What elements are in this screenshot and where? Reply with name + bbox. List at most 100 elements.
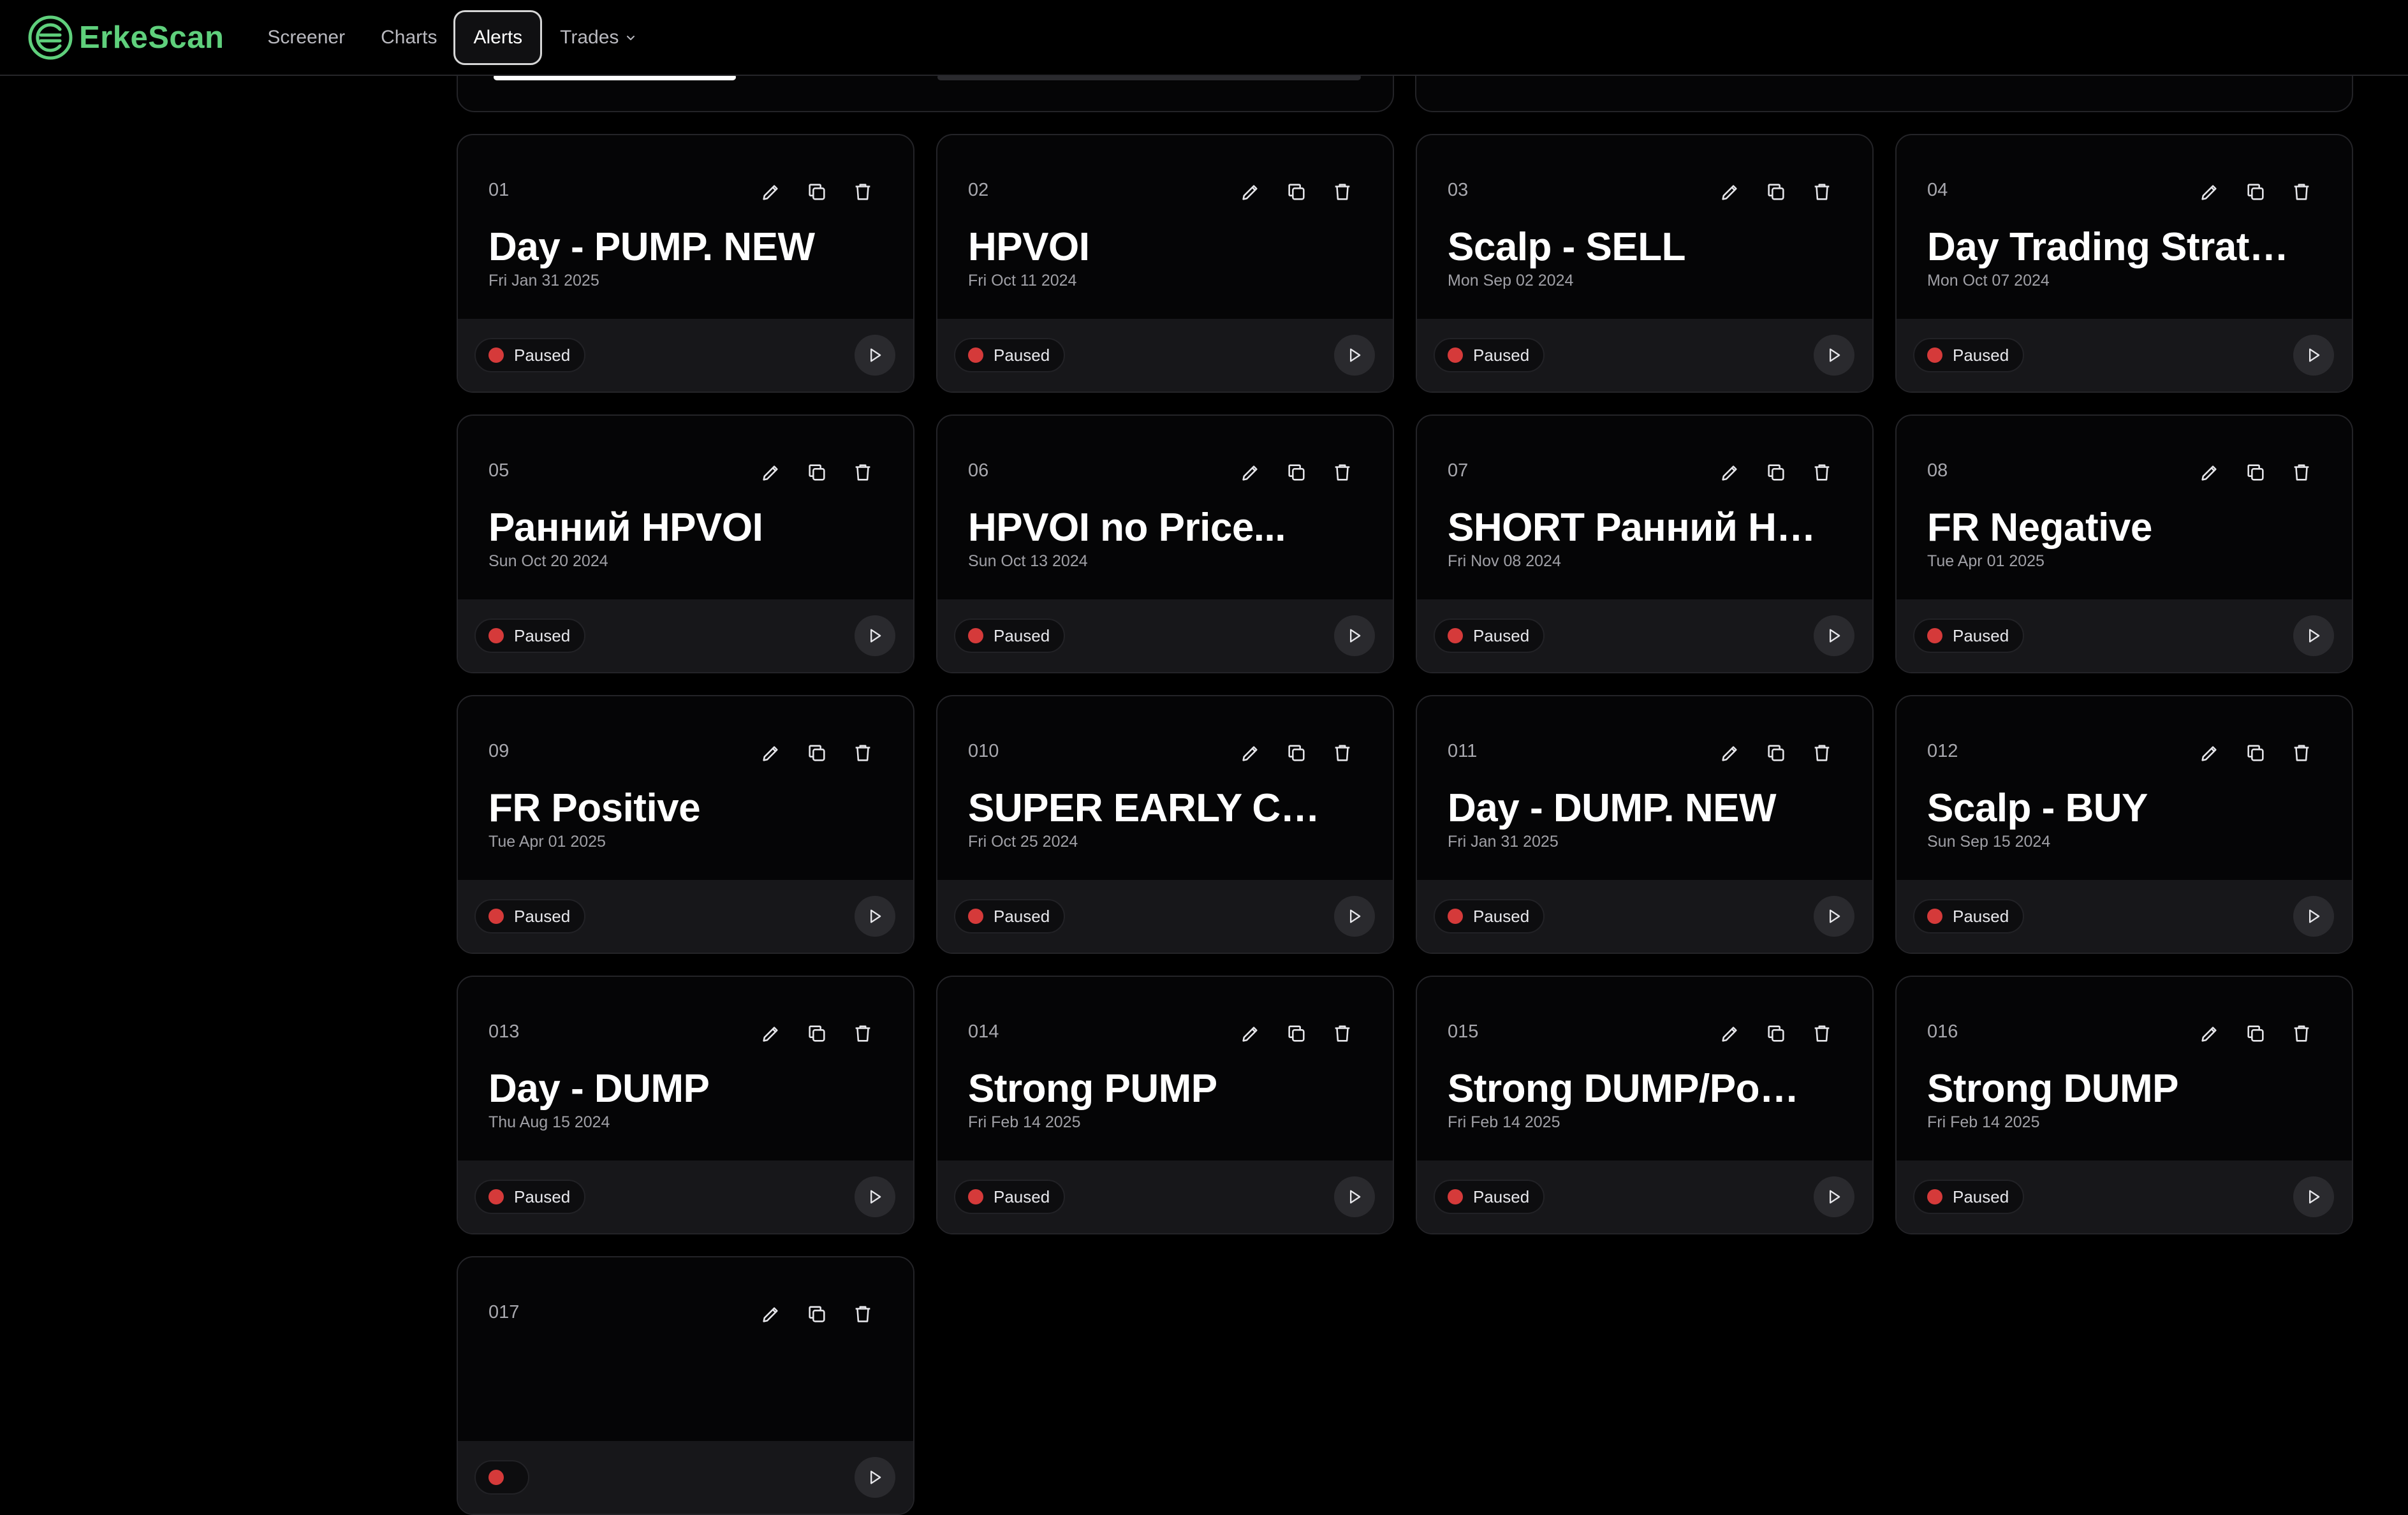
copy-icon[interactable] xyxy=(806,1303,828,1325)
play-button[interactable] xyxy=(1334,335,1375,376)
trash-icon[interactable] xyxy=(852,1303,874,1325)
pencil-icon[interactable] xyxy=(1719,462,1741,483)
trash-icon[interactable] xyxy=(1332,1023,1353,1044)
alert-card[interactable]: 04 Day Trading Strateg... Mon Oct 07 202… xyxy=(1895,134,2353,393)
alert-card[interactable]: 015 Strong DUMP/Positi... Fri Feb 14 202… xyxy=(1416,976,1874,1234)
play-button[interactable] xyxy=(1814,896,1854,937)
copy-icon[interactable] xyxy=(2245,181,2266,203)
play-button[interactable] xyxy=(1814,335,1854,376)
copy-icon[interactable] xyxy=(1765,462,1787,483)
play-button[interactable] xyxy=(855,1176,895,1217)
alert-card-body: 012 Scalp - BUY Sun Sep 15 2024 xyxy=(1897,696,2352,881)
alert-card[interactable]: 09 FR Positive Tue Apr 01 2025 Paused xyxy=(457,695,914,954)
trash-icon[interactable] xyxy=(1811,742,1833,764)
trash-icon[interactable] xyxy=(2291,181,2312,203)
alert-number: 07 xyxy=(1448,460,1469,481)
play-button[interactable] xyxy=(1334,615,1375,656)
pencil-icon[interactable] xyxy=(760,1023,782,1044)
copy-icon[interactable] xyxy=(1286,181,1307,203)
nav-charts[interactable]: Charts xyxy=(381,10,437,65)
alert-card[interactable]: 05 Ранний HPVOI Sun Oct 20 2024 Paused xyxy=(457,414,914,673)
trash-icon[interactable] xyxy=(852,1023,874,1044)
copy-icon[interactable] xyxy=(1286,742,1307,764)
copy-icon[interactable] xyxy=(1286,1023,1307,1044)
copy-icon[interactable] xyxy=(1286,462,1307,483)
alert-card[interactable]: 010 SUPER EARLY CALL Fri Oct 25 2024 Pau… xyxy=(936,695,1394,954)
pencil-icon[interactable] xyxy=(1240,462,1261,483)
nav-trades[interactable]: Trades xyxy=(560,10,636,65)
copy-icon[interactable] xyxy=(806,1023,828,1044)
alert-card[interactable]: 08 FR Negative Tue Apr 01 2025 Paused xyxy=(1895,414,2353,673)
play-button[interactable] xyxy=(855,1457,895,1498)
pencil-icon[interactable] xyxy=(760,742,782,764)
pencil-icon[interactable] xyxy=(760,181,782,203)
trash-icon[interactable] xyxy=(2291,1023,2312,1044)
pencil-icon[interactable] xyxy=(760,462,782,483)
copy-icon[interactable] xyxy=(2245,742,2266,764)
pencil-icon[interactable] xyxy=(2199,742,2221,764)
copy-icon[interactable] xyxy=(1765,742,1787,764)
play-button[interactable] xyxy=(2293,1176,2334,1217)
nav-charts-label: Charts xyxy=(381,26,437,48)
trash-icon[interactable] xyxy=(1332,181,1353,203)
trash-icon[interactable] xyxy=(852,462,874,483)
alert-card[interactable]: 06 HPVOI no Price... Sun Oct 13 2024 Pau… xyxy=(936,414,1394,673)
trash-icon[interactable] xyxy=(2291,462,2312,483)
alert-card[interactable]: 01 Day - PUMP. NEW Fri Jan 31 2025 Pause… xyxy=(457,134,914,393)
play-button[interactable] xyxy=(855,896,895,937)
app-name: ErkeScan xyxy=(79,20,224,55)
alert-card[interactable]: 011 Day - DUMP. NEW Fri Jan 31 2025 Paus… xyxy=(1416,695,1874,954)
alert-card[interactable]: 02 HPVOI Fri Oct 11 2024 Paused xyxy=(936,134,1394,393)
trash-icon[interactable] xyxy=(1811,462,1833,483)
copy-icon[interactable] xyxy=(2245,462,2266,483)
play-button[interactable] xyxy=(1334,1176,1375,1217)
alert-card[interactable]: 016 Strong DUMP Fri Feb 14 2025 Paused xyxy=(1895,976,2353,1234)
alert-card[interactable]: 012 Scalp - BUY Sun Sep 15 2024 Paused xyxy=(1895,695,2353,954)
trash-icon[interactable] xyxy=(1332,462,1353,483)
play-button[interactable] xyxy=(855,335,895,376)
play-button[interactable] xyxy=(2293,335,2334,376)
play-button[interactable] xyxy=(1334,896,1375,937)
alert-date: Fri Oct 25 2024 xyxy=(968,833,1078,851)
alert-card[interactable]: 014 Strong PUMP Fri Feb 14 2025 Paused xyxy=(936,976,1394,1234)
pencil-icon[interactable] xyxy=(1240,181,1261,203)
pencil-icon[interactable] xyxy=(2199,181,2221,203)
copy-icon[interactable] xyxy=(1765,1023,1787,1044)
play-icon xyxy=(870,629,881,643)
trash-icon[interactable] xyxy=(1811,181,1833,203)
pencil-icon[interactable] xyxy=(760,1303,782,1325)
alert-card[interactable]: 013 Day - DUMP Thu Aug 15 2024 Paused xyxy=(457,976,914,1234)
alert-card[interactable]: 017 xyxy=(457,1256,914,1515)
copy-icon[interactable] xyxy=(806,181,828,203)
pencil-icon[interactable] xyxy=(2199,1023,2221,1044)
alert-card-footer: Paused xyxy=(458,1160,913,1233)
play-button[interactable] xyxy=(2293,896,2334,937)
status-dot xyxy=(968,909,983,924)
play-button[interactable] xyxy=(1814,1176,1854,1217)
trash-icon[interactable] xyxy=(2291,742,2312,764)
alert-card[interactable]: 03 Scalp - SELL Mon Sep 02 2024 Paused xyxy=(1416,134,1874,393)
copy-icon[interactable] xyxy=(2245,1023,2266,1044)
nav-alerts[interactable]: Alerts xyxy=(453,10,543,65)
trash-icon[interactable] xyxy=(1332,742,1353,764)
logo[interactable]: ErkeScan xyxy=(27,14,224,61)
pencil-icon[interactable] xyxy=(1719,1023,1741,1044)
trash-icon[interactable] xyxy=(852,181,874,203)
pencil-icon[interactable] xyxy=(1719,181,1741,203)
trash-icon[interactable] xyxy=(1811,1023,1833,1044)
pencil-icon[interactable] xyxy=(1240,1023,1261,1044)
pencil-icon[interactable] xyxy=(1719,742,1741,764)
pencil-icon[interactable] xyxy=(1240,742,1261,764)
pencil-icon[interactable] xyxy=(2199,462,2221,483)
play-button[interactable] xyxy=(2293,615,2334,656)
play-button[interactable] xyxy=(855,615,895,656)
status-badge: Paused xyxy=(1434,1180,1545,1214)
trash-icon[interactable] xyxy=(852,742,874,764)
play-button[interactable] xyxy=(1814,615,1854,656)
alert-card-body: 07 SHORT Ранний HPVOI Fri Nov 08 2024 xyxy=(1417,416,1872,601)
copy-icon[interactable] xyxy=(806,462,828,483)
copy-icon[interactable] xyxy=(806,742,828,764)
nav-screener[interactable]: Screener xyxy=(267,10,345,65)
copy-icon[interactable] xyxy=(1765,181,1787,203)
alert-card[interactable]: 07 SHORT Ранний HPVOI Fri Nov 08 2024 Pa… xyxy=(1416,414,1874,673)
